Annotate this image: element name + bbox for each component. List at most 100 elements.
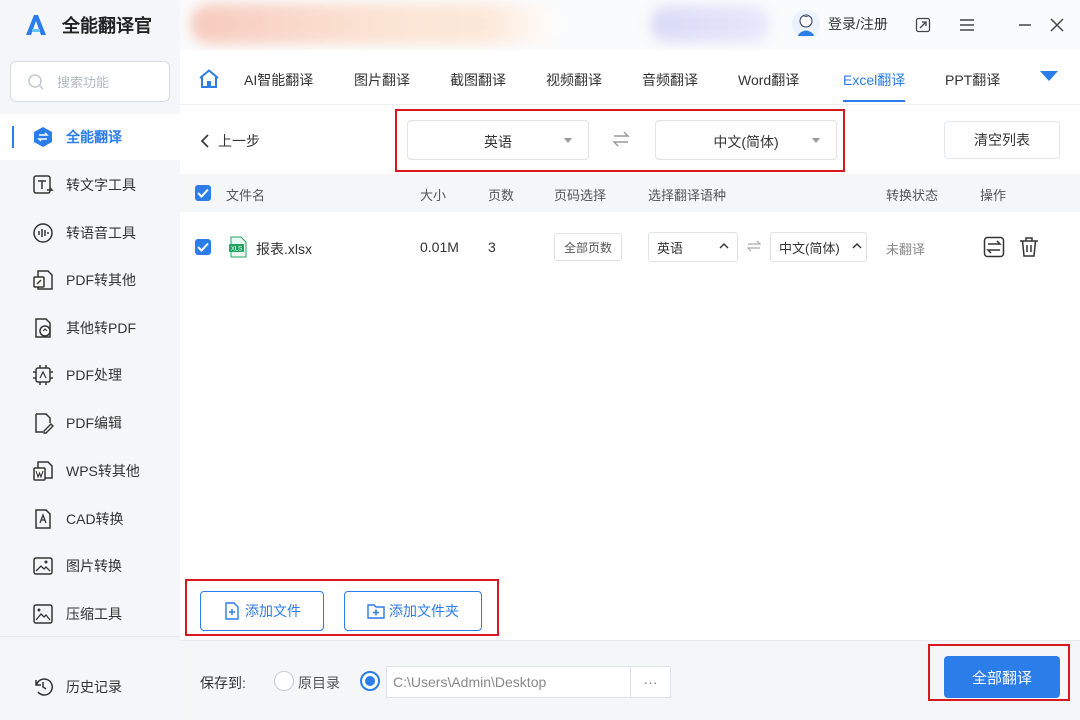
- voice-icon: [32, 222, 54, 244]
- tab-ppt-translate[interactable]: PPT翻译: [945, 70, 1000, 90]
- row-checkbox[interactable]: [195, 239, 211, 255]
- app-title-bar: 全能翻译官: [0, 0, 180, 50]
- tab-audio-translate[interactable]: 音频翻译: [642, 70, 698, 90]
- app-logo-icon: [22, 11, 50, 39]
- source-language-select[interactable]: 英语: [407, 120, 589, 160]
- radio-original-dir-label: 原目录: [298, 675, 340, 691]
- radio-original-dir[interactable]: [274, 671, 294, 691]
- table-row: XLS 报表.xlsx 0.01M 3 全部页数 英语 中文(简体) 未翻译: [180, 222, 1080, 272]
- tab-ai-translate[interactable]: AI智能翻译: [244, 70, 313, 90]
- sidebar-item-translate[interactable]: 全能翻译: [0, 114, 180, 160]
- login-label: 登录/注册: [828, 16, 888, 32]
- sidebar-item-history[interactable]: 历史记录: [0, 664, 180, 710]
- pdf-edit-icon: [32, 412, 54, 434]
- cad-icon: [32, 508, 54, 530]
- column-header-pages: 页数: [488, 188, 515, 203]
- swap-languages-icon[interactable]: [612, 131, 630, 147]
- convert-row-icon[interactable]: [982, 235, 1006, 259]
- sidebar-item-label: 图片转换: [66, 558, 122, 574]
- search-input[interactable]: 搜索功能: [57, 72, 109, 91]
- history-icon: [32, 676, 54, 698]
- check-icon: [197, 188, 209, 198]
- chevron-up-icon: [719, 243, 729, 249]
- column-header-filename: 文件名: [226, 188, 266, 203]
- tab-screenshot-translate[interactable]: 截图翻译: [450, 70, 506, 90]
- sidebar-item-image-convert[interactable]: 图片转换: [0, 543, 180, 589]
- tab-image-translate[interactable]: 图片翻译: [354, 70, 410, 90]
- sidebar-item-label: 转文字工具: [66, 177, 136, 193]
- pdf-process-icon: [32, 364, 54, 386]
- add-file-button[interactable]: 添加文件: [200, 591, 324, 631]
- menu-icon[interactable]: [956, 14, 978, 36]
- row-swap-icon[interactable]: [747, 240, 761, 252]
- sidebar-item-text-tools[interactable]: 转文字工具: [0, 162, 180, 208]
- delete-icon[interactable]: [1017, 235, 1041, 259]
- app-window: 全能翻译官 搜索功能 全能翻译 转文字工具 转语音工具 PDF转其他 其他转PD…: [0, 0, 1080, 720]
- add-folder-icon: [367, 604, 385, 619]
- column-header-size: 大小: [420, 188, 447, 203]
- home-icon[interactable]: [198, 69, 220, 89]
- table-header: 文件名 大小 页数 页码选择 选择翻译语种 转换状态 操作: [180, 174, 1080, 212]
- sidebar-item-pdf-edit[interactable]: PDF编辑: [0, 400, 180, 446]
- conversion-status: 未翻译: [886, 242, 926, 257]
- chevron-up-icon: [852, 243, 862, 249]
- file-size: 0.01M: [420, 239, 459, 255]
- login-button[interactable]: 登录/注册: [792, 10, 888, 38]
- caret-down-icon: [564, 138, 572, 143]
- tab-more-icon[interactable]: [1039, 70, 1059, 82]
- add-file-label: 添加文件: [245, 603, 301, 619]
- tab-video-translate[interactable]: 视频翻译: [546, 70, 602, 90]
- image-convert-icon: [32, 555, 54, 577]
- column-header-status: 转换状态: [886, 188, 939, 203]
- back-button[interactable]: 上一步: [200, 131, 260, 151]
- clear-list-button[interactable]: 清空列表: [944, 121, 1060, 159]
- sidebar-item-label: PDF处理: [66, 367, 122, 383]
- pdf-export-icon: [32, 269, 54, 291]
- translate-icon: [32, 126, 54, 148]
- translate-all-button[interactable]: 全部翻译: [944, 656, 1060, 698]
- back-label: 上一步: [218, 133, 260, 149]
- sidebar-item-other-to-pdf[interactable]: 其他转PDF: [0, 305, 180, 351]
- restore-icon[interactable]: [912, 14, 934, 36]
- sidebar-item-cad[interactable]: CAD转换: [0, 496, 180, 542]
- tab-bar: AI智能翻译 图片翻译 截图翻译 视频翻译 音频翻译 Word翻译 Excel翻…: [180, 50, 1080, 105]
- wps-icon: [32, 460, 54, 482]
- tab-word-translate[interactable]: Word翻译: [738, 70, 799, 90]
- page-select-button[interactable]: 全部页数: [554, 233, 622, 261]
- sidebar-item-pdf-to-other[interactable]: PDF转其他: [0, 257, 180, 303]
- header: 登录/注册: [180, 0, 1080, 50]
- add-folder-button[interactable]: 添加文件夹: [344, 591, 482, 631]
- row-source-language-value: 英语: [657, 240, 684, 256]
- sidebar-item-compress[interactable]: 压缩工具: [0, 591, 180, 637]
- sidebar-item-wps[interactable]: WPS转其他: [0, 448, 180, 494]
- output-path-field[interactable]: [386, 666, 632, 698]
- tab-excel-translate[interactable]: Excel翻译: [843, 70, 906, 102]
- save-to-label: 保存到:: [200, 675, 246, 691]
- sidebar-divider: [0, 636, 180, 637]
- minimize-icon[interactable]: [1014, 14, 1036, 36]
- column-header-page-select: 页码选择: [554, 188, 607, 203]
- close-icon[interactable]: [1046, 14, 1068, 36]
- search-icon: [28, 73, 44, 90]
- caret-down-icon: [812, 138, 820, 143]
- sidebar-item-voice-tools[interactable]: 转语音工具: [0, 210, 180, 256]
- search-box[interactable]: 搜索功能: [10, 61, 170, 102]
- sidebar-item-label: 历史记录: [66, 679, 122, 695]
- sidebar-item-label: PDF编辑: [66, 415, 122, 431]
- target-language-select[interactable]: 中文(简体): [655, 120, 837, 160]
- file-badge: XLS: [231, 247, 242, 253]
- header-banner-secondary[interactable]: [650, 6, 770, 42]
- row-source-language-select[interactable]: 英语: [648, 232, 738, 262]
- sidebar-item-pdf-process[interactable]: PDF处理: [0, 352, 180, 398]
- add-file-icon: [225, 602, 239, 620]
- header-banner[interactable]: [190, 4, 560, 44]
- sidebar: 搜索功能 全能翻译 转文字工具 转语音工具 PDF转其他 其他转PDF PDF处…: [0, 50, 180, 720]
- footer: 保存到: 原目录 ··· 全部翻译: [180, 640, 1080, 720]
- sidebar-item-label: 转语音工具: [66, 225, 136, 241]
- row-target-language-select[interactable]: 中文(简体): [770, 232, 867, 262]
- select-all-checkbox[interactable]: [195, 185, 211, 201]
- sidebar-item-label: PDF转其他: [66, 272, 136, 288]
- radio-custom-dir[interactable]: [360, 671, 380, 691]
- browse-button[interactable]: ···: [630, 666, 671, 698]
- check-icon: [197, 242, 209, 252]
